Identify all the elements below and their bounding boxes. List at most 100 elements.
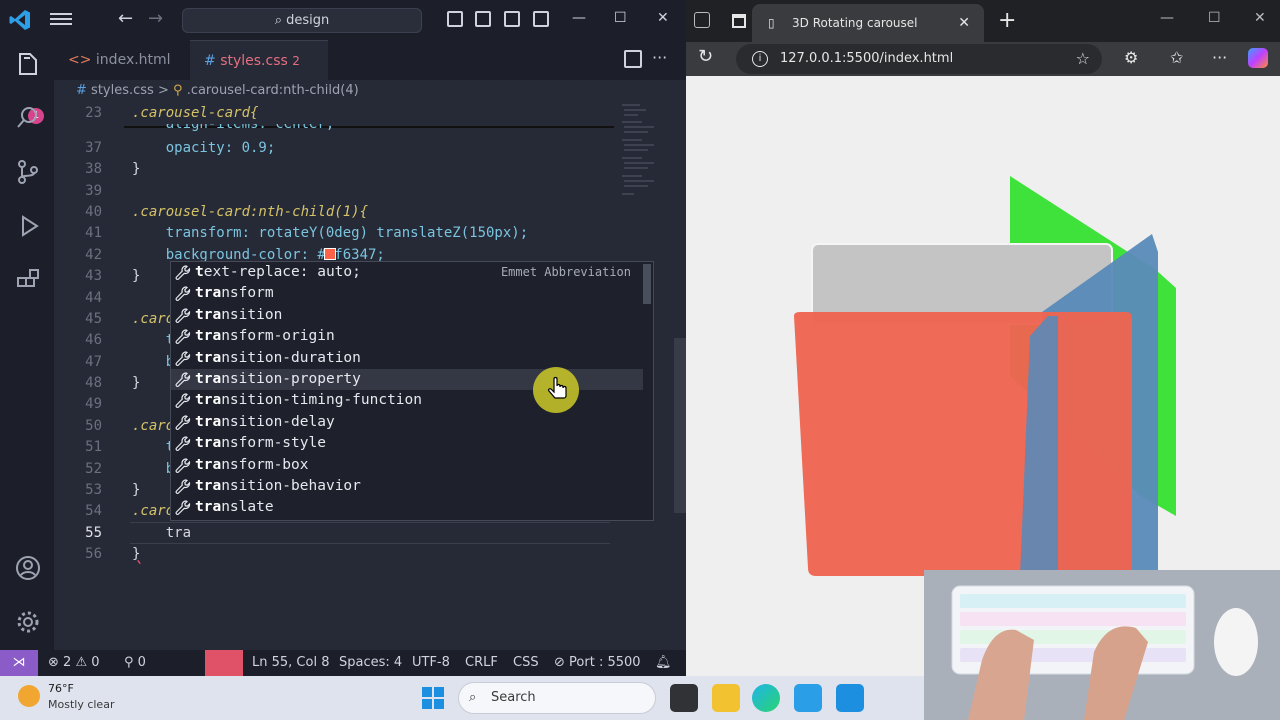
minimize-icon[interactable]: — [572,10,586,26]
notifications-bell-icon[interactable]: 🔔︎ [655,650,672,676]
terminal-app-icon[interactable] [670,684,698,712]
autocomplete-popup[interactable]: text-replace: auto; Emmet Abbreviation tra… [170,261,654,521]
cursor-position[interactable]: Ln 55, Col 8 [252,650,329,676]
autocomplete-item[interactable]: transform-origin [171,326,643,347]
address-bar[interactable]: i 127.0.0.1:5500/index.html ☆ [736,44,1102,74]
settings-gear-icon[interactable] [14,608,42,636]
language-mode[interactable]: CSS [513,650,539,676]
line-number: 45 [85,311,102,327]
weather-icon[interactable] [18,685,40,707]
autocomplete-item[interactable]: transform-box [171,455,643,476]
indentation[interactable]: Spaces: 4 [339,650,402,676]
autocomplete-rest: nsition-property [221,371,361,387]
status-bar: ⋊ ⊗ 2 ⚠ 0 ⚲ 0 Ln 55, Col 8 Spaces: 4 UTF… [0,650,686,676]
extensions-icon[interactable]: ⚙ [1124,48,1138,67]
line-number: 23 [85,105,102,121]
minimap[interactable] [620,102,670,202]
code-line: .caro [132,503,175,519]
maximize-icon[interactable]: ☐ [614,10,627,26]
breadcrumb-symbol[interactable]: .carousel-card:nth-child(4) [187,83,359,98]
color-swatch[interactable] [324,248,336,260]
autocomplete-item[interactable]: text-replace: auto; Emmet Abbreviation [171,262,643,283]
tab-index-html[interactable]: <> index.html [54,40,190,80]
line-endings[interactable]: CRLF [465,650,498,676]
autocomplete-match: tra [195,371,222,387]
wrench-icon [175,500,191,516]
taskbar-search[interactable]: ⌕ Search [458,682,656,714]
command-center-search[interactable]: ⌕ design [182,8,422,33]
autocomplete-item[interactable]: transform-style [171,433,643,454]
customize-layout-icon[interactable] [447,11,463,27]
new-tab-icon[interactable]: + [998,8,1016,33]
site-info-icon[interactable]: i [752,51,768,67]
browser-titlebar: ▯ 3D Rotating carousel ✕ + — ☐ ✕ [686,0,1280,42]
weather-condition[interactable]: Mostly clear [48,698,114,711]
tab-title: 3D Rotating carousel [792,16,918,30]
autocomplete-item[interactable]: transition [171,305,643,326]
activity-bar: 1 [0,40,54,650]
tab-actions-icon[interactable] [732,14,746,28]
file-explorer-icon[interactable] [712,684,740,712]
close-icon[interactable]: ✕ [657,10,669,26]
tab-styles-css[interactable]: # styles.css 2 [190,40,328,105]
toggle-sidebar-icon[interactable] [475,11,491,27]
autocomplete-item[interactable]: transition-delay [171,412,643,433]
live-server-port[interactable]: ⊘ Port : 5500 [554,650,641,676]
toggle-panel-icon[interactable] [504,11,520,27]
vertical-scrollbar[interactable] [674,338,686,513]
close-tab-icon[interactable]: ✕ [958,4,970,42]
account-icon[interactable] [14,554,42,582]
error-icon: ⊗ [48,655,59,670]
source-control-icon[interactable] [14,158,42,186]
maximize-icon[interactable]: ☐ [1208,10,1221,26]
encoding[interactable]: UTF-8 [412,650,450,676]
edge-browser-icon[interactable] [752,684,780,712]
workspaces-icon[interactable] [694,12,710,28]
more-options-icon[interactable]: ··· [1212,48,1227,67]
line-number: 47 [85,354,102,370]
search-placeholder: Search [491,690,536,705]
autocomplete-item[interactable]: transition-duration [171,348,643,369]
weather-temperature[interactable]: 76°F [48,682,74,695]
autocomplete-item[interactable]: transform [171,283,643,304]
explorer-icon[interactable] [14,50,42,78]
autocomplete-item[interactable]: translate [171,497,643,518]
zoom-icon[interactable] [205,650,243,676]
forward-arrow-icon[interactable]: → [148,8,163,29]
favorites-icon[interactable]: ✩ [1170,48,1183,67]
keyboard-hands-image [924,570,1280,720]
close-icon[interactable]: ✕ [1254,10,1266,26]
reload-icon[interactable]: ↻ [698,46,713,67]
wrench-icon [175,436,191,452]
breadcrumb-file[interactable]: styles.css [91,83,154,98]
more-actions-icon[interactable]: ··· [652,48,667,67]
search-icon[interactable] [14,104,42,132]
autocomplete-scrollbar[interactable] [643,264,651,304]
back-arrow-icon[interactable]: ← [118,8,133,29]
autocomplete-rest: nsition-behavior [221,478,361,494]
ports-indicator[interactable]: ⚲ 0 [124,650,146,676]
remote-indicator-icon[interactable]: ⋊ [0,650,38,676]
vscode-taskbar-icon[interactable] [836,684,864,712]
autocomplete-item[interactable]: transition-behavior [171,476,643,497]
notepad-icon[interactable] [794,684,822,712]
favorite-star-icon[interactable]: ☆ [1076,44,1090,74]
line-number: 56 [85,546,102,562]
line-number: 49 [85,396,102,412]
code-line: } [132,482,141,498]
hamburger-menu-icon[interactable] [50,10,72,30]
code-line: .carousel-card{ [132,105,259,121]
windows-start-icon[interactable] [421,686,445,710]
split-editor-icon[interactable] [624,50,642,68]
wrench-icon [175,393,191,409]
copilot-icon[interactable] [1248,48,1268,68]
minimize-icon[interactable]: — [1160,10,1174,26]
autocomplete-rest: nsition-timing-function [221,392,422,409]
code-line: .caro [132,311,175,327]
toggle-secondary-sidebar-icon[interactable] [533,11,549,27]
browser-tab[interactable]: ▯ 3D Rotating carousel ✕ [752,4,984,42]
run-debug-icon[interactable] [14,212,42,240]
problems-indicator[interactable]: ⊗ 2 ⚠ 0 [48,650,100,676]
code-line-active: tra [132,525,192,541]
extensions-icon[interactable] [14,266,42,294]
